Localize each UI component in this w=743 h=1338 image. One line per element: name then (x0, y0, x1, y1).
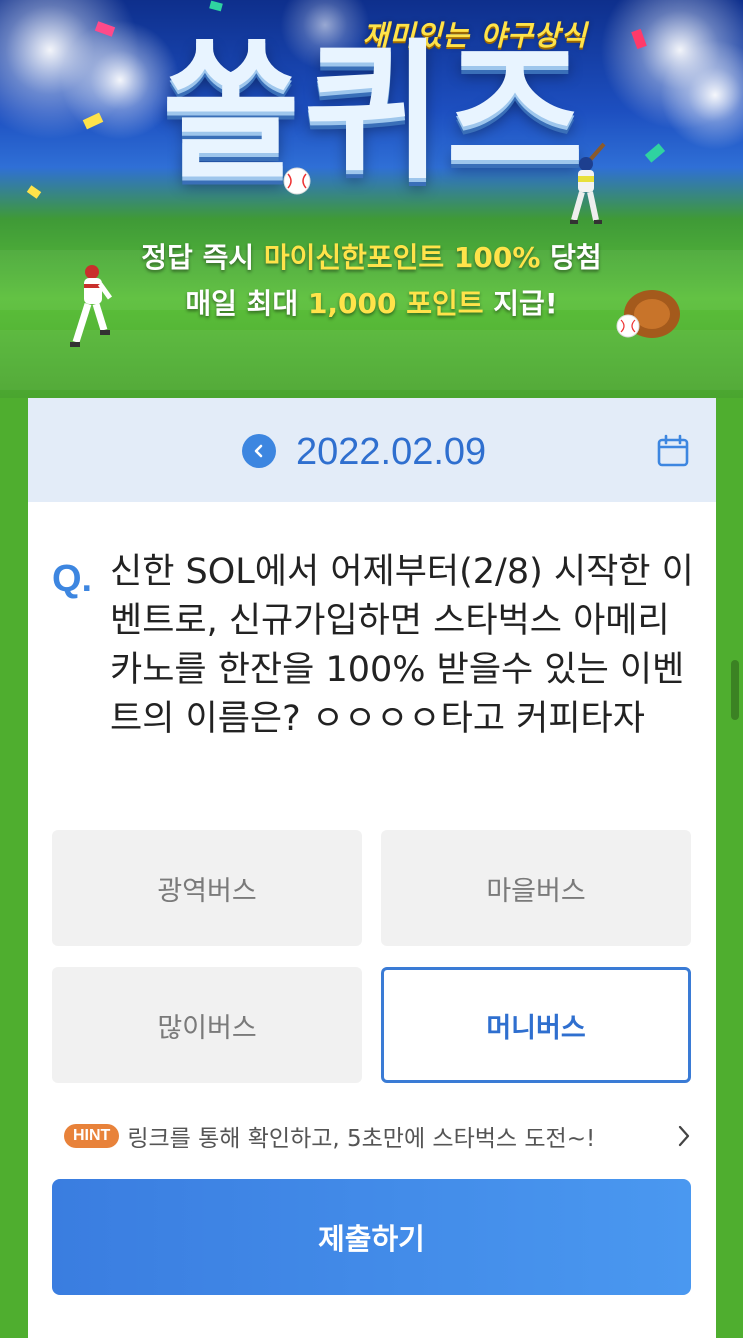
option-4-button-selected[interactable]: 머니버스 (381, 967, 691, 1083)
option-4-label: 머니버스 (486, 1012, 586, 1044)
batter-illustration-icon (570, 142, 606, 224)
promo-line-2-highlight: 1,000 포인트 (307, 287, 484, 320)
option-1-button[interactable]: 광역버스 (52, 830, 362, 946)
quiz-logo: 쏠퀴즈 (161, 26, 588, 200)
promo-line-2-post: 지급! (483, 287, 558, 320)
promo-line-1-pre: 정답 즉시 (141, 241, 264, 274)
promo-line-2-pre: 매일 최대 (185, 287, 308, 320)
hero-banner: 재미있는 야구상식 쏠퀴즈 정답 즉시 마이신한포인트 100% 당첨 매일 최… (0, 0, 743, 398)
option-3-label: 많이버스 (157, 1012, 257, 1044)
hint-badge: HINT (64, 1124, 120, 1148)
option-2-label: 마을버스 (486, 875, 586, 907)
calendar-icon[interactable] (656, 434, 690, 468)
promo-line-1-post: 당첨 (540, 241, 602, 274)
option-1-label: 광역버스 (157, 875, 257, 907)
scrollbar[interactable] (731, 660, 739, 720)
quiz-card: 2022.02.09 Q. 신한 SOL에서 어제부터(2/8) 시작한 이벤트… (28, 398, 716, 1338)
baseball-icon (283, 167, 311, 195)
question-text: 신한 SOL에서 어제부터(2/8) 시작한 이벤트로, 신규가입하면 스타벅스… (110, 552, 694, 739)
submit-button[interactable]: 제출하기 (52, 1179, 691, 1295)
option-3-button[interactable]: 많이버스 (52, 967, 362, 1083)
promo-line-2: 매일 최대 1,000 포인트 지급! (0, 282, 743, 322)
date-bar: 2022.02.09 (28, 398, 716, 502)
hint-link[interactable]: HINT 링크를 통해 확인하고, 5초만에 스타벅스 도전~! (64, 1122, 694, 1152)
chevron-left-icon[interactable] (242, 434, 276, 468)
hint-text: 링크를 통해 확인하고, 5초만에 스타벅스 도전~! (127, 1126, 596, 1152)
promo-line-1-highlight: 마이신한포인트 100% (263, 241, 541, 274)
quiz-date: 2022.02.09 (296, 431, 487, 473)
submit-label: 제출하기 (318, 1222, 425, 1256)
promo-line-1: 정답 즉시 마이신한포인트 100% 당첨 (0, 236, 743, 276)
chevron-right-icon (678, 1125, 690, 1147)
question-prefix: Q. (52, 558, 93, 600)
option-2-button[interactable]: 마을버스 (381, 830, 691, 946)
